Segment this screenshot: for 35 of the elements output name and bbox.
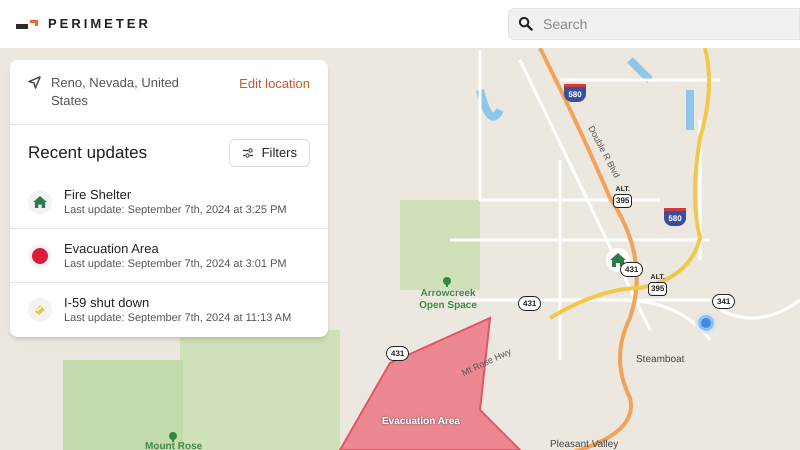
search-field[interactable]: Search	[508, 8, 800, 40]
update-timestamp: Last update: September 7th, 2024 at 3:01 PM	[64, 256, 287, 272]
place-label: Steamboat	[636, 353, 684, 367]
circle-icon	[32, 248, 48, 264]
update-title: Fire Shelter	[64, 186, 132, 202]
interstate-shield: 580	[564, 84, 586, 102]
interstate-shield: 580	[664, 208, 686, 226]
state-route-shield: 431	[386, 346, 410, 361]
house-icon	[33, 196, 47, 208]
search-icon	[518, 16, 533, 31]
park-label: Arrowcreek Open Space	[418, 288, 478, 312]
update-timestamp: Last update: September 7th, 2024 at 3:25 PM	[64, 202, 287, 218]
update-item[interactable]: Fire Shelter Last update: September 7th, 2024 at 3:25 PM	[10, 175, 328, 229]
street-label: Mt Rose Hwy	[460, 345, 514, 380]
state-route-shield: 431	[518, 296, 542, 311]
park-label: Mount Rose	[145, 441, 202, 450]
update-title: Evacuation Area	[64, 240, 160, 256]
sliders-icon	[242, 148, 254, 158]
edit-location-link[interactable]: Edit location	[239, 74, 310, 94]
update-title: I-59 shut down	[64, 294, 150, 311]
state-route-shield: 341	[712, 294, 736, 309]
location-text: Reno, Nevada, United States	[51, 74, 180, 110]
update-item[interactable]: I-59 shut down Last update: September 7th, 2024 at 11:13 AM	[10, 283, 328, 337]
update-timestamp: Last update: September 7th, 2024 at 11:13 AM	[64, 311, 292, 326]
state-route-shield: 431	[620, 262, 644, 277]
brand-name: PERIMETER	[48, 15, 151, 34]
update-item[interactable]: Evacuation Area Last update: September 7th, 2024 at 3:01 PM	[10, 229, 328, 283]
section-title: Recent updates	[28, 142, 148, 164]
navigation-arrow-icon	[28, 76, 41, 89]
tree-icon	[168, 432, 178, 442]
tree-icon	[442, 277, 452, 287]
filters-button[interactable]: Filters	[228, 139, 310, 167]
zone-label: Evacuation Area	[382, 415, 460, 429]
roadblock-icon	[33, 303, 47, 317]
logo-icon	[16, 20, 38, 28]
